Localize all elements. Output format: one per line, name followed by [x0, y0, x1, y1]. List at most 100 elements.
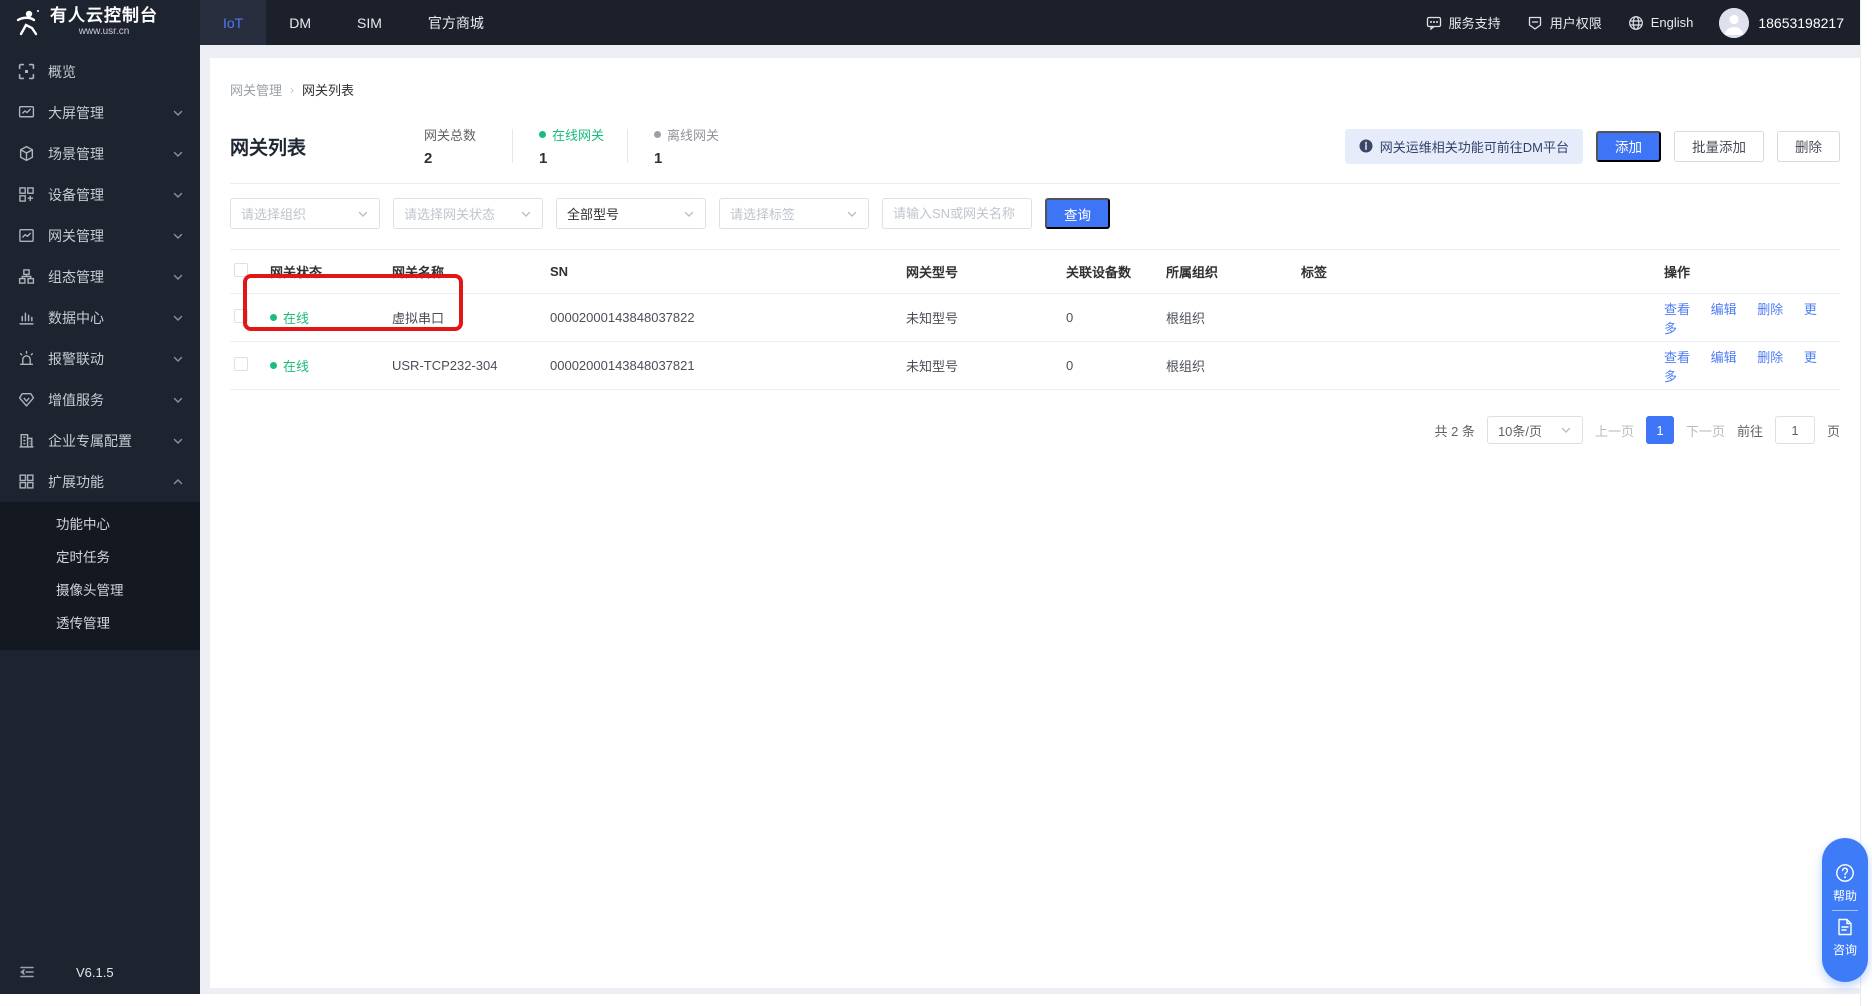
gateway-sn: 00002000143848037821 — [546, 342, 902, 390]
col-organization: 所属组织 — [1162, 250, 1297, 294]
sidebar-subitem-camera-mgmt[interactable]: 摄像头管理 — [0, 574, 200, 607]
sidebar-item-enterprise-config[interactable]: 企业专属配置 — [0, 420, 200, 461]
sidebar-item-alarm-linkage[interactable]: 报警联动 — [0, 338, 200, 379]
sidebar-subitem-passthrough-mgmt[interactable]: 透传管理 — [0, 607, 200, 640]
view-link[interactable]: 查看 — [1664, 302, 1690, 317]
tab-official-store[interactable]: 官方商城 — [405, 0, 507, 45]
extensions-submenu: 功能中心 定时任务 摄像头管理 透传管理 — [0, 502, 200, 650]
batch-add-button[interactable]: 批量添加 — [1674, 131, 1764, 162]
help-button[interactable]: 帮助 — [1833, 863, 1857, 904]
sidebar-subitem-function-center[interactable]: 功能中心 — [0, 508, 200, 541]
breadcrumb: 网关管理 › 网关列表 — [230, 58, 1840, 99]
big-screen-icon — [18, 104, 35, 121]
dm-platform-notice[interactable]: 网关运维相关功能可前往DM平台 — [1345, 129, 1583, 164]
collapse-sidebar-icon[interactable] — [18, 963, 36, 981]
language-label: English — [1651, 15, 1694, 30]
tab-iot[interactable]: IoT — [200, 0, 266, 45]
device-count: 0 — [1062, 342, 1162, 390]
stat-online-value: 1 — [539, 150, 615, 167]
version-label: V6.1.5 — [76, 965, 114, 980]
sidebar-item-label: 增值服务 — [48, 390, 172, 410]
sidebar-item-label: 组态管理 — [48, 267, 172, 287]
org-select[interactable]: 请选择组织 — [230, 198, 380, 229]
page-header: 网关列表 网关总数 2 在线网关 1 — [230, 125, 1840, 167]
online-dot-icon — [270, 314, 277, 321]
stat-offline: 离线网关 1 — [654, 125, 730, 167]
offline-dot-icon — [654, 131, 661, 138]
col-gateway-model: 网关型号 — [902, 250, 1062, 294]
page-1-button[interactable]: 1 — [1646, 416, 1674, 444]
sidebar-item-scene-mgmt[interactable]: 场景管理 — [0, 133, 200, 174]
sidebar-item-label: 扩展功能 — [48, 472, 172, 492]
chevron-down-icon — [1560, 424, 1572, 436]
gateway-status: 在线 — [283, 308, 309, 327]
tag-select[interactable]: 请选择标签 — [719, 198, 869, 229]
sidebar-item-config-mgmt[interactable]: 组态管理 — [0, 256, 200, 297]
sidebar-item-label: 报警联动 — [48, 349, 172, 369]
row-checkbox[interactable] — [234, 357, 248, 371]
gateway-table: 网关状态 网关名称 SN 网关型号 关联设备数 所属组织 标签 操作 在线 虚拟… — [230, 249, 1840, 390]
page-size-select[interactable]: 10条/页 — [1487, 416, 1583, 444]
search-button[interactable]: 查询 — [1045, 198, 1110, 229]
gateway-list-card: 网关管理 › 网关列表 网关列表 网关总数 2 在线网关 1 — [210, 58, 1860, 988]
sidebar-item-device-mgmt[interactable]: 设备管理 — [0, 174, 200, 215]
sidebar-item-overview[interactable]: 概览 — [0, 51, 200, 92]
breadcrumb-arrow-icon: › — [290, 83, 294, 97]
language-switcher[interactable]: English — [1628, 15, 1694, 31]
delete-link[interactable]: 删除 — [1757, 350, 1783, 365]
topbar: IoT DM SIM 官方商城 服务支持 用户权限 — [200, 0, 1860, 45]
table-row: 在线 USR-TCP232-304 00002000143848037821 未… — [230, 342, 1840, 390]
sidebar-subitem-scheduled-tasks[interactable]: 定时任务 — [0, 541, 200, 574]
topology-icon — [18, 268, 35, 285]
tab-sim[interactable]: SIM — [334, 0, 405, 45]
row-checkbox[interactable] — [234, 309, 248, 323]
edit-link[interactable]: 编辑 — [1711, 350, 1737, 365]
col-tag: 标签 — [1297, 250, 1660, 294]
bar-chart-icon — [18, 309, 35, 326]
goto-page-input[interactable] — [1775, 416, 1815, 444]
tag-select-placeholder: 请选择标签 — [730, 204, 846, 223]
user-permission-link[interactable]: 用户权限 — [1527, 13, 1602, 32]
chevron-down-icon — [357, 208, 369, 220]
online-dot-icon — [539, 131, 546, 138]
stat-offline-value: 1 — [654, 150, 730, 167]
view-link[interactable]: 查看 — [1664, 350, 1690, 365]
edit-link[interactable]: 编辑 — [1711, 302, 1737, 317]
delete-button[interactable]: 删除 — [1777, 131, 1840, 162]
avatar — [1719, 8, 1749, 38]
gateway-status-select[interactable]: 请选择网关状态 — [393, 198, 543, 229]
notice-text: 网关运维相关功能可前往DM平台 — [1380, 137, 1569, 156]
add-gateway-button[interactable]: 添加 — [1596, 131, 1661, 162]
consult-button[interactable]: 咨询 — [1833, 917, 1857, 958]
user-menu[interactable]: 18653198217 — [1719, 8, 1844, 38]
chevron-down-icon — [172, 107, 184, 119]
gateway-status: 在线 — [283, 356, 309, 375]
prev-page-button[interactable]: 上一页 — [1595, 421, 1634, 440]
model-select-value: 全部型号 — [567, 204, 683, 223]
stat-online-label: 在线网关 — [552, 125, 604, 144]
sidebar-item-extensions[interactable]: 扩展功能 — [0, 461, 200, 502]
filter-bar: 请选择组织 请选择网关状态 全部型号 请选择标签 — [230, 198, 1840, 229]
breadcrumb-parent[interactable]: 网关管理 — [230, 80, 282, 99]
col-device-count: 关联设备数 — [1062, 250, 1162, 294]
total-count: 共 2 条 — [1434, 421, 1474, 440]
sidebar-item-screen-mgmt[interactable]: 大屏管理 — [0, 92, 200, 133]
sidebar-item-gateway-mgmt[interactable]: 网关管理 — [0, 215, 200, 256]
four-squares-icon — [18, 473, 35, 490]
model-select[interactable]: 全部型号 — [556, 198, 706, 229]
organization: 根组织 — [1162, 294, 1297, 342]
sidebar-item-data-center[interactable]: 数据中心 — [0, 297, 200, 338]
user-phone: 18653198217 — [1758, 15, 1844, 31]
tab-dm[interactable]: DM — [266, 0, 334, 45]
org-select-placeholder: 请选择组织 — [241, 204, 357, 223]
page-title: 网关列表 — [230, 133, 306, 160]
next-page-button[interactable]: 下一页 — [1686, 421, 1725, 440]
brand-subtitle: www.usr.cn — [50, 27, 158, 38]
sidebar-item-value-added[interactable]: 增值服务 — [0, 379, 200, 420]
select-all-checkbox[interactable] — [234, 263, 248, 277]
search-input[interactable] — [882, 198, 1032, 229]
brand-logo[interactable]: 有人云控制台 www.usr.cn — [0, 0, 200, 45]
service-support-link[interactable]: 服务支持 — [1426, 13, 1501, 32]
delete-link[interactable]: 删除 — [1757, 302, 1783, 317]
status-select-placeholder: 请选择网关状态 — [404, 204, 520, 223]
